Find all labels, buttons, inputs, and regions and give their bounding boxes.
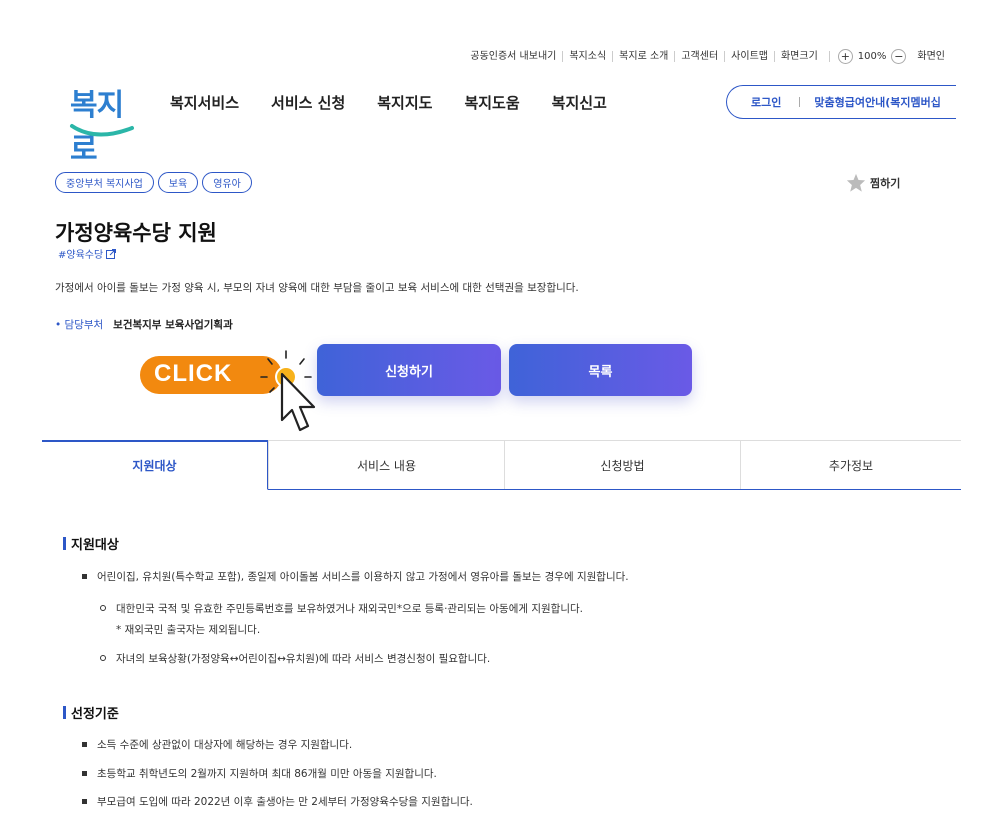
custom-benefit-link[interactable]: 맞춤형급여안내(복지멤버십 — [814, 94, 940, 110]
bookmark-button[interactable]: 찜하기 — [846, 173, 900, 192]
list-item-text: 부모급여 도입에 따라 2022년 이후 출생아는 만 2세부터 가정양육수당을… — [97, 796, 473, 808]
square-bullet-icon — [82, 799, 87, 804]
login-button[interactable]: 로그인 — [727, 94, 799, 110]
click-text: CLICK — [154, 360, 233, 387]
main-nav: 복지서비스 서비스 신청 복지지도 복지도움 복지신고 — [170, 92, 639, 113]
util-screen-label[interactable]: 화면인 — [909, 51, 945, 62]
tab-service-content[interactable]: 서비스 내용 — [268, 440, 504, 489]
util-screen-size-label: 화면크기 — [773, 51, 824, 62]
list-item: 초등학교 취학년도의 2월까지 지원하며 최대 86개월 미만 아동을 지원합니… — [82, 766, 437, 781]
external-link-icon — [106, 248, 117, 259]
department-label: • 담당부처 — [55, 319, 104, 331]
hashtag-text: #양육수당 — [58, 250, 104, 261]
sub-list-item: 대한민국 국적 및 유효한 주민등록번호를 보유하였거나 재외국민*으로 등록·… — [100, 601, 583, 616]
zoom-level: 100% — [857, 51, 887, 62]
section-eligibility-title: 지원대상 — [63, 534, 119, 553]
logo-smile-icon — [70, 124, 134, 137]
list-button[interactable]: 목록 — [509, 344, 692, 396]
page-description: 가정에서 아이를 돌보는 가정 양육 시, 부모의 자녀 양육에 대한 부담을 … — [55, 282, 579, 294]
list-item: 소득 수준에 상관없이 대상자에 해당하는 경우 지원합니다. — [82, 737, 352, 752]
tab-how-to-apply[interactable]: 신청방법 — [504, 440, 740, 489]
sub-list-item-text: 자녀의 보육상황(가정양육↔어린이집↔유치원)에 따라 서비스 변경신청이 필요… — [116, 653, 491, 665]
star-icon — [846, 173, 866, 192]
nav-welfare-services[interactable]: 복지서비스 — [170, 92, 239, 113]
section-marker — [63, 537, 66, 550]
util-divider — [828, 51, 830, 62]
bookmark-label: 찜하기 — [870, 176, 901, 190]
square-bullet-icon — [82, 742, 87, 747]
util-sitemap-link[interactable]: 사이트맵 — [724, 51, 774, 62]
page-title: 가정양육수당 지원 — [55, 221, 217, 245]
section-criteria-title: 선정기준 — [63, 703, 119, 722]
square-bullet-icon — [82, 771, 87, 776]
square-bullet-icon — [82, 574, 87, 579]
zoom-out-button[interactable]: − — [891, 49, 907, 64]
hashtag-link[interactable]: #양육수당 — [58, 246, 117, 261]
utility-bar: 공동인증서 내보내기 복지소식 복지로 소개 고객센터 사이트맵 화면크기 + … — [464, 49, 945, 64]
util-news-link[interactable]: 복지소식 — [562, 51, 612, 62]
list-item: 어린이집, 유치원(특수학교 포함), 종일제 아이돌봄 서비스를 이용하지 않… — [82, 569, 629, 584]
department-info: • 담당부처 보건복지부 보육사업기획과 — [55, 317, 233, 332]
list-item-text: 초등학교 취학년도의 2월까지 지원하며 최대 86개월 미만 아동을 지원합니… — [97, 768, 437, 780]
util-customer-center-link[interactable]: 고객센터 — [674, 51, 724, 62]
circle-bullet-icon — [100, 605, 106, 611]
list-item-text: 소득 수준에 상관없이 대상자에 해당하는 경우 지원합니다. — [97, 739, 353, 751]
tag-childcare[interactable]: 보육 — [157, 172, 199, 193]
list-item-text: 어린이집, 유치원(특수학교 포함), 종일제 아이돌봄 서비스를 이용하지 않… — [97, 571, 629, 583]
section-criteria-text: 선정기준 — [71, 707, 119, 722]
tab-additional-info[interactable]: 추가정보 — [740, 440, 961, 489]
list-item: 부모급여 도입에 따라 2022년 이후 출생아는 만 2세부터 가정양육수당을… — [82, 794, 473, 809]
section-marker — [63, 706, 66, 719]
category-tags: 중앙부처 복지사업 보육 영유아 — [55, 172, 252, 193]
login-divider — [799, 97, 801, 107]
nav-service-apply[interactable]: 서비스 신청 — [271, 92, 345, 113]
department-value: 보건복지부 보육사업기획과 — [113, 319, 233, 331]
util-cert-export-link[interactable]: 공동인증서 내보내기 — [464, 51, 562, 62]
nav-welfare-help[interactable]: 복지도움 — [464, 92, 519, 113]
login-box: 로그인 맞춤형급여안내(복지멤버십 — [726, 85, 956, 119]
sub-list-item: 자녀의 보육상황(가정양육↔어린이집↔유치원)에 따라 서비스 변경신청이 필요… — [100, 651, 490, 666]
tab-eligibility[interactable]: 지원대상 — [42, 440, 268, 490]
sub-list-item-text: 대한민국 국적 및 유효한 주민등록번호를 보유하였거나 재외국민*으로 등록·… — [116, 603, 584, 615]
circle-bullet-icon — [100, 655, 106, 661]
apply-button[interactable]: 신청하기 — [317, 344, 501, 396]
zoom-in-button[interactable]: + — [837, 49, 853, 64]
tag-infant[interactable]: 영유아 — [202, 172, 252, 193]
util-about-link[interactable]: 복지로 소개 — [612, 51, 674, 62]
nav-welfare-report[interactable]: 복지신고 — [552, 92, 607, 113]
content-tabs: 지원대상 서비스 내용 신청방법 추가정보 — [42, 440, 961, 490]
note-text: * 재외국민 출국자는 제외됩니다. — [116, 624, 261, 636]
site-logo[interactable]: 복지로 — [66, 78, 146, 167]
nav-welfare-map[interactable]: 복지지도 — [377, 92, 432, 113]
section-eligibility-text: 지원대상 — [71, 538, 119, 553]
tag-central-ministry[interactable]: 중앙부처 복지사업 — [55, 172, 154, 193]
